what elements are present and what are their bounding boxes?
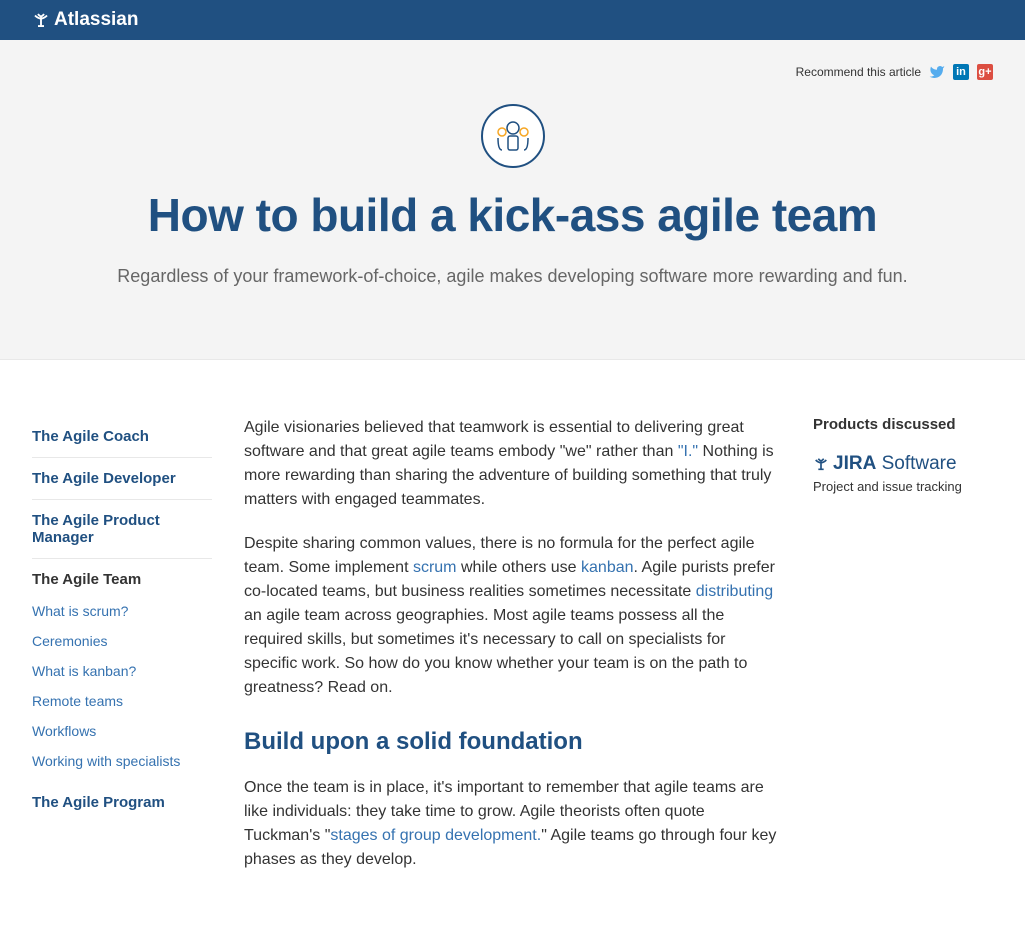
article-heading: Build upon a solid foundation [244,724,781,760]
page-subtitle: Regardless of your framework-of-choice, … [53,266,973,287]
sidebar-sublink-kanban[interactable]: What is kanban? [32,656,212,686]
sidebar-sublink-scrum[interactable]: What is scrum? [32,596,212,626]
sidebar-item-agile-program[interactable]: The Agile Program [32,776,212,823]
atlassian-logo-icon [32,11,50,29]
sidebar-sublink-remote[interactable]: Remote teams [32,686,212,716]
twitter-icon[interactable] [929,64,945,80]
article-body: Agile visionaries believed that teamwork… [244,416,781,892]
link-distributing[interactable]: distributing [696,583,773,600]
article-paragraph: Despite sharing common values, there is … [244,532,781,700]
main-content: The Agile Coach The Agile Developer The … [0,360,1025,948]
googleplus-icon[interactable]: g+ [977,64,993,80]
link-stages[interactable]: stages of group development. [330,827,541,844]
products-heading: Products discussed [813,416,993,433]
jira-icon [813,456,829,472]
article-paragraph: Once the team is in place, it's importan… [244,776,781,872]
sidebar-nav: The Agile Coach The Agile Developer The … [32,416,212,892]
article-paragraph: Agile visionaries believed that teamwork… [244,416,781,512]
link-i: "I." [678,443,698,460]
right-sidebar: Products discussed JIRA Software Project… [813,416,993,892]
link-kanban[interactable]: kanban [581,559,634,576]
hero-section: Recommend this article in g+ How to buil… [0,40,1025,360]
sidebar-item-agile-team: The Agile Team [32,559,212,596]
recommend-bar: Recommend this article in g+ [32,64,993,80]
atlassian-logo[interactable]: Atlassian [32,9,138,31]
sidebar-item-agile-developer[interactable]: The Agile Developer [32,458,212,500]
sidebar-item-agile-coach[interactable]: The Agile Coach [32,416,212,458]
product-tagline: Project and issue tracking [813,479,993,494]
sidebar-sublink-specialists[interactable]: Working with specialists [32,746,212,776]
linkedin-icon[interactable]: in [953,64,969,80]
jira-software-link[interactable]: JIRA Software [813,453,993,475]
recommend-label: Recommend this article [796,65,921,79]
header-bar: Atlassian [0,0,1025,40]
sidebar-sublink-workflows[interactable]: Workflows [32,716,212,746]
sidebar-sublink-ceremonies[interactable]: Ceremonies [32,626,212,656]
page-title: How to build a kick-ass agile team [53,188,973,242]
hero-team-icon [481,104,545,168]
link-scrum[interactable]: scrum [413,559,457,576]
sidebar-item-agile-pm[interactable]: The Agile Product Manager [32,500,212,559]
brand-name: Atlassian [54,9,138,31]
